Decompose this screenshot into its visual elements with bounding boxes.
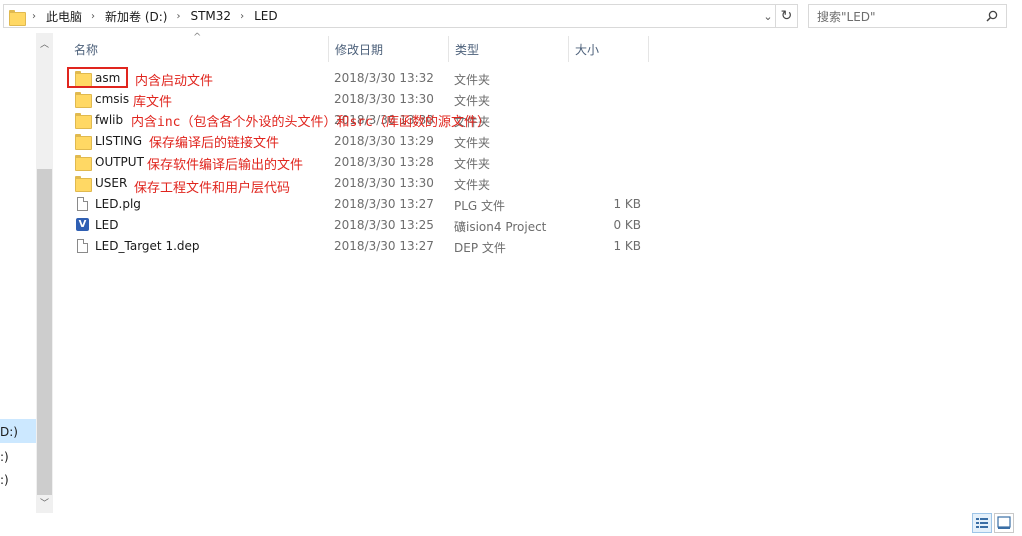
navigation-pane: D:) :) :)	[0, 33, 36, 536]
annotation-cmsis: 库文件	[133, 95, 173, 110]
file-date: 2018/3/30 13:27	[334, 197, 434, 211]
nav-item-drive[interactable]: D:)	[0, 425, 18, 439]
folder-icon	[75, 176, 92, 192]
search-placeholder: 搜索"LED"	[817, 9, 876, 24]
file-date: 2018/3/30 13:32	[334, 71, 434, 85]
details-view-icon	[976, 518, 988, 528]
annotation-asm: 内含启动文件	[135, 74, 214, 89]
search-input[interactable]: 搜索"LED"	[808, 4, 1007, 28]
file-icon	[77, 197, 88, 211]
file-name[interactable]: LED_Target 1.dep	[95, 239, 200, 253]
highlight-box	[67, 67, 128, 88]
folder-icon	[9, 10, 26, 26]
breadcrumb-led[interactable]: LED	[254, 9, 278, 23]
column-header-type[interactable]: 类型	[449, 36, 568, 62]
file-size: 0 KB	[613, 218, 641, 232]
file-name[interactable]: LISTING	[95, 134, 142, 148]
column-header-size-label: 大小	[575, 42, 600, 57]
folder-icon	[75, 92, 92, 108]
chevron-right-icon[interactable]: ›	[91, 11, 95, 22]
refresh-icon[interactable]: ↻	[776, 4, 798, 28]
file-type: 文件夹	[454, 94, 491, 108]
breadcrumb-stm32[interactable]: STM32	[190, 9, 231, 23]
file-name[interactable]: LED.plg	[95, 197, 141, 211]
file-type: PLG 文件	[454, 199, 506, 213]
search-icon[interactable]	[986, 10, 998, 22]
view-toggle	[972, 513, 1014, 533]
column-header-name[interactable]: 名称	[68, 36, 328, 62]
file-icon	[77, 239, 88, 253]
uvision-project-icon: V	[76, 218, 89, 231]
column-header-date-label: 修改日期	[335, 42, 384, 57]
nav-item-drive-3[interactable]: :)	[0, 473, 9, 487]
file-size: 1 KB	[613, 197, 641, 211]
file-type: 礦ision4 Project	[454, 220, 547, 234]
file-name[interactable]: OUTPUT	[95, 155, 144, 169]
address-bar[interactable]: › 此电脑 › 新加卷 (D:) › STM32 › LED	[3, 4, 776, 28]
address-bar-row: › 此电脑 › 新加卷 (D:) › STM32 › LED ⌄ ↻ 搜索"LE…	[0, 0, 1022, 33]
file-type: 文件夹	[454, 136, 491, 150]
details-view-icon[interactable]	[972, 513, 992, 533]
large-icons-view-icon[interactable]	[994, 513, 1014, 533]
chevron-right-icon[interactable]: ›	[32, 11, 36, 22]
file-name[interactable]: LED	[95, 218, 119, 232]
annotation-fwlib: 内含inc（包含各个外设的头文件）和src（库函数的源文件）	[131, 115, 490, 130]
annotation-output: 保存软件编译后输出的文件	[147, 158, 304, 173]
breadcrumb-this-pc[interactable]: 此电脑	[46, 8, 82, 25]
table-row[interactable]: V LED 2018/3/30 13:25 礦ision4 Project 0 …	[68, 215, 648, 236]
folder-icon	[75, 113, 92, 129]
annotation-user: 保存工程文件和用户层代码	[134, 181, 291, 196]
chevron-right-icon[interactable]: ›	[176, 11, 180, 22]
chevron-right-icon[interactable]: ›	[240, 11, 244, 22]
file-type: 文件夹	[454, 157, 491, 171]
folder-icon	[75, 134, 92, 150]
table-row[interactable]: LED_Target 1.dep 2018/3/30 13:27 DEP 文件 …	[68, 236, 648, 257]
breadcrumb-drive[interactable]: 新加卷 (D:)	[105, 8, 167, 25]
chevron-up-icon[interactable]: ︿	[36, 35, 53, 52]
file-type: DEP 文件	[454, 241, 506, 255]
file-date: 2018/3/30 13:29	[334, 134, 434, 148]
file-date: 2018/3/30 13:30	[334, 92, 434, 106]
chevron-down-icon[interactable]: ⌄	[760, 4, 776, 28]
file-date: 2018/3/30 13:27	[334, 239, 434, 253]
column-header-type-label: 类型	[455, 42, 480, 57]
file-date: 2018/3/30 13:25	[334, 218, 434, 232]
column-header-name-label: 名称	[74, 42, 99, 57]
folder-icon	[75, 155, 92, 171]
file-size: 1 KB	[613, 239, 641, 253]
large-icons-view-icon	[997, 516, 1011, 529]
annotation-listing: 保存编译后的链接文件	[149, 136, 280, 151]
column-header-size[interactable]: 大小	[569, 36, 649, 62]
file-name[interactable]: cmsis	[95, 92, 129, 106]
file-name[interactable]: USER	[95, 176, 127, 190]
column-header-date[interactable]: 修改日期	[329, 36, 448, 62]
vertical-scrollbar[interactable]: ︿ ﹀	[36, 33, 53, 513]
scrollbar-thumb[interactable]	[37, 169, 52, 495]
nav-item-drive-2[interactable]: :)	[0, 450, 9, 464]
chevron-down-icon[interactable]: ﹀	[36, 494, 53, 511]
file-type: 文件夹	[454, 178, 491, 192]
file-type: 文件夹	[454, 73, 491, 87]
file-date: 2018/3/30 13:30	[334, 176, 434, 190]
file-date: 2018/3/30 13:28	[334, 155, 434, 169]
file-name[interactable]: fwlib	[95, 113, 123, 127]
column-divider[interactable]	[648, 36, 649, 62]
table-row[interactable]: LED.plg 2018/3/30 13:27 PLG 文件 1 KB	[68, 194, 648, 215]
